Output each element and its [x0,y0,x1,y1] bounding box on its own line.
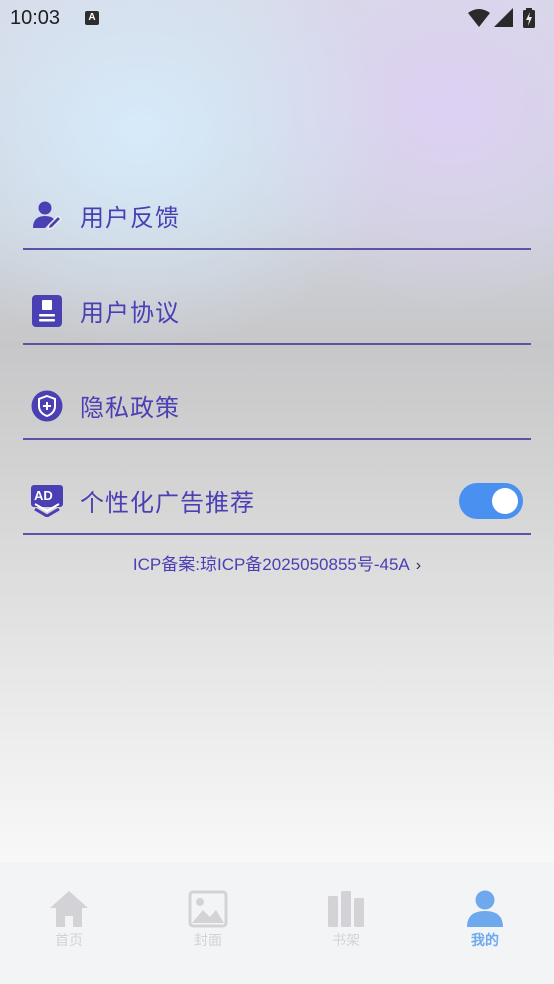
menu-item-personalized-ads: AD 个性化广告推荐 [23,453,531,535]
menu-label: 用户协议 [80,299,180,327]
image-icon [188,890,228,928]
tab-home[interactable]: 首页 [19,890,119,950]
menu-item-user-agreement[interactable]: 用户协议 [23,263,531,345]
tab-label: 我的 [471,933,499,949]
home-icon [50,891,88,927]
chevron-right-icon: › [415,557,422,574]
status-bar: 10:03 A [0,0,554,38]
menu-item-user-feedback[interactable]: 用户反馈 [23,168,531,250]
tab-cover[interactable]: 封面 [158,890,258,950]
tab-mine[interactable]: 我的 [435,890,535,950]
menu-label: 个性化广告推荐 [80,489,255,517]
profile-icon [467,890,503,927]
battery-charging-icon [523,8,535,28]
svg-text:AD: AD [34,488,53,503]
user-feedback-icon [33,201,63,231]
menu-label: 用户反馈 [80,204,180,232]
tab-label: 书架 [332,933,360,949]
bottom-tab-bar: 首页 封面 书架 我的 [0,862,554,984]
notification-badge: A [85,11,99,25]
ad-icon: AD [31,485,63,517]
signal-icon [494,8,513,27]
bookshelf-icon [328,891,364,927]
status-icons [468,8,542,28]
toggle-knob [492,488,518,514]
menu-item-privacy-policy[interactable]: 隐私政策 [23,358,531,440]
icp-record-link[interactable]: ICP备案:琼ICP备2025050855号-45A › [0,550,554,575]
tab-label: 封面 [194,933,222,949]
status-time: 10:03 [10,7,61,29]
user-agreement-icon [32,295,62,327]
privacy-shield-icon [31,390,63,422]
wifi-icon [468,9,490,27]
menu-label: 隐私政策 [80,394,180,422]
icp-text: ICP备案:琼ICP备2025050855号-45A [132,555,410,574]
tab-bookshelf[interactable]: 书架 [296,890,396,950]
personalized-ads-toggle[interactable] [459,483,523,519]
tab-label: 首页 [55,933,83,949]
